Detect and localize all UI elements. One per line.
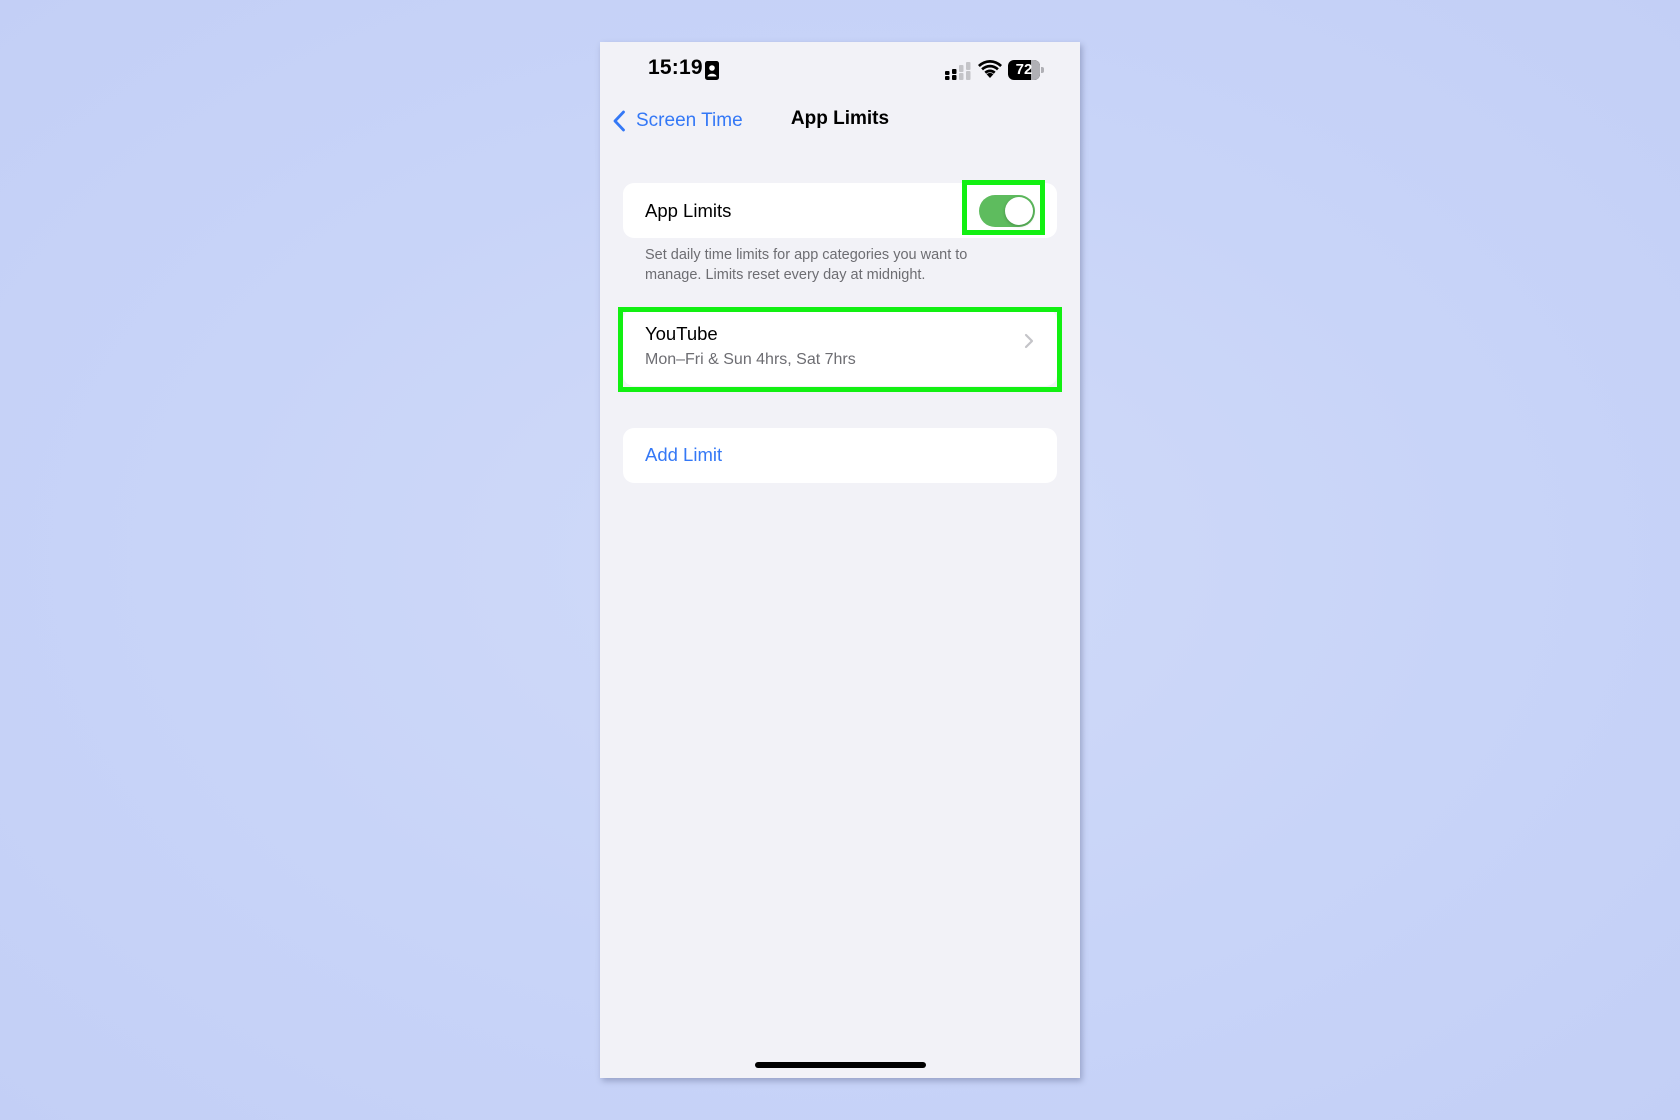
app-limits-label: App Limits: [645, 200, 732, 221]
status-time: 15:19: [648, 56, 703, 79]
add-limit-label: Add Limit: [645, 444, 723, 465]
app-limits-description: Set daily time limits for app categories…: [645, 247, 968, 283]
battery-percentage: 72: [1015, 61, 1033, 78]
battery-cap: [1041, 67, 1044, 73]
limit-row-youtube[interactable]: YouTube Mon–Fri & Sun 4hrs, Sat 7hrs: [623, 309, 1057, 386]
add-limit-button[interactable]: Add Limit: [623, 428, 1057, 483]
limit-schedule: Mon–Fri & Sun 4hrs, Sat 7hrs: [645, 351, 856, 368]
chevron-right-icon: [1024, 333, 1034, 349]
chevron-left-icon: [613, 110, 625, 132]
battery-indicator: 72: [1008, 60, 1044, 80]
cellular-signal-icon: [945, 62, 971, 80]
page-title: App Limits: [790, 108, 890, 129]
contact-card-icon: [705, 61, 719, 80]
battery-body: 72: [1008, 60, 1040, 80]
phone-screen: 15:19 72 Screen Time App Limits App Limi…: [600, 42, 1080, 1078]
wifi-icon: [978, 60, 1002, 78]
toggle-knob: [1005, 197, 1033, 225]
app-limits-toggle-row: App Limits: [623, 183, 1057, 238]
back-button[interactable]: Screen Time: [612, 104, 743, 138]
home-indicator: [755, 1062, 926, 1068]
limit-app-name: YouTube: [645, 323, 718, 344]
back-button-label: Screen Time: [636, 110, 743, 131]
app-limits-toggle[interactable]: [979, 195, 1035, 227]
